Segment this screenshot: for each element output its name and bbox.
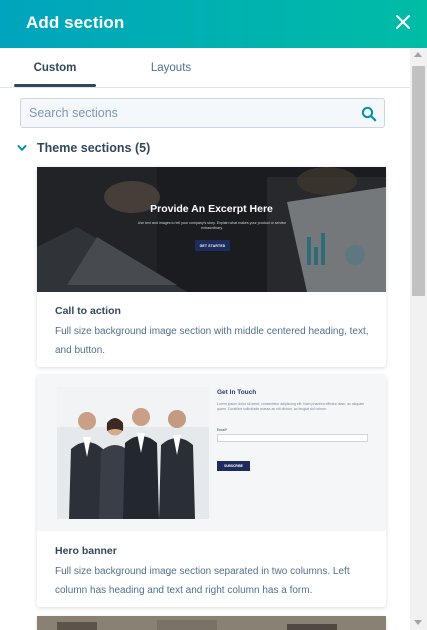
preview-text: Use text and images to tell your company…	[137, 221, 287, 230]
tab-bar: Custom Layouts	[0, 48, 410, 88]
panel-header: Add section	[0, 0, 427, 48]
preview-heading: Get In Touch	[217, 389, 257, 396]
section-card-call-to-action[interactable]: Provide An Excerpt Here Use text and ima…	[37, 167, 386, 367]
section-title: Hero banner	[55, 545, 117, 557]
section-card-hero-banner[interactable]: Get In Touch Lorem ipsum dolor sit amet,…	[37, 375, 386, 607]
search-input[interactable]	[21, 99, 351, 127]
active-tab-indicator	[14, 84, 96, 87]
chevron-down-icon	[17, 145, 27, 151]
team-photo-illustration	[57, 387, 209, 519]
close-icon[interactable]	[392, 11, 414, 33]
preview-photo	[57, 387, 209, 519]
tab-custom[interactable]: Custom	[14, 48, 96, 88]
preview-text: Lorem ipsum dolor sit amet, consectetur …	[217, 402, 365, 411]
preview-heading: Provide An Excerpt Here	[150, 203, 273, 215]
panel-title: Add section	[26, 13, 125, 32]
tab-layouts[interactable]: Layouts	[130, 48, 212, 88]
preview-button: SUBSCRIBE	[217, 461, 250, 471]
search-icon[interactable]	[361, 106, 377, 122]
group-label: Theme sections (5)	[37, 141, 151, 155]
section-description: Full size background image section separ…	[55, 566, 350, 596]
scroll-down-arrow-icon[interactable]	[414, 620, 422, 625]
section-description: Full size background image section with …	[55, 326, 369, 356]
section-preview-image: Get In Touch Lorem ipsum dolor sit amet,…	[37, 375, 386, 531]
preview-button: GET STARTED	[195, 240, 230, 251]
section-preview-image: Provide An Excerpt Here Use text and ima…	[37, 167, 386, 292]
preview-field-label: Email*	[217, 428, 228, 432]
sections-list: Theme sections (5)	[0, 89, 410, 630]
section-preview-image	[37, 616, 386, 630]
scrollbar-thumb[interactable]	[412, 66, 425, 296]
add-section-panel: Add section Custom Layouts Theme section…	[0, 0, 427, 630]
scrollbar[interactable]	[410, 48, 427, 630]
preview-email-field	[217, 434, 368, 442]
scroll-up-arrow-icon[interactable]	[414, 52, 422, 57]
theme-sections-toggle[interactable]: Theme sections (5)	[16, 138, 216, 158]
preview-background	[37, 616, 386, 630]
section-card-partial[interactable]	[37, 616, 386, 630]
section-title: Call to action	[55, 305, 121, 317]
search-field	[20, 98, 385, 128]
